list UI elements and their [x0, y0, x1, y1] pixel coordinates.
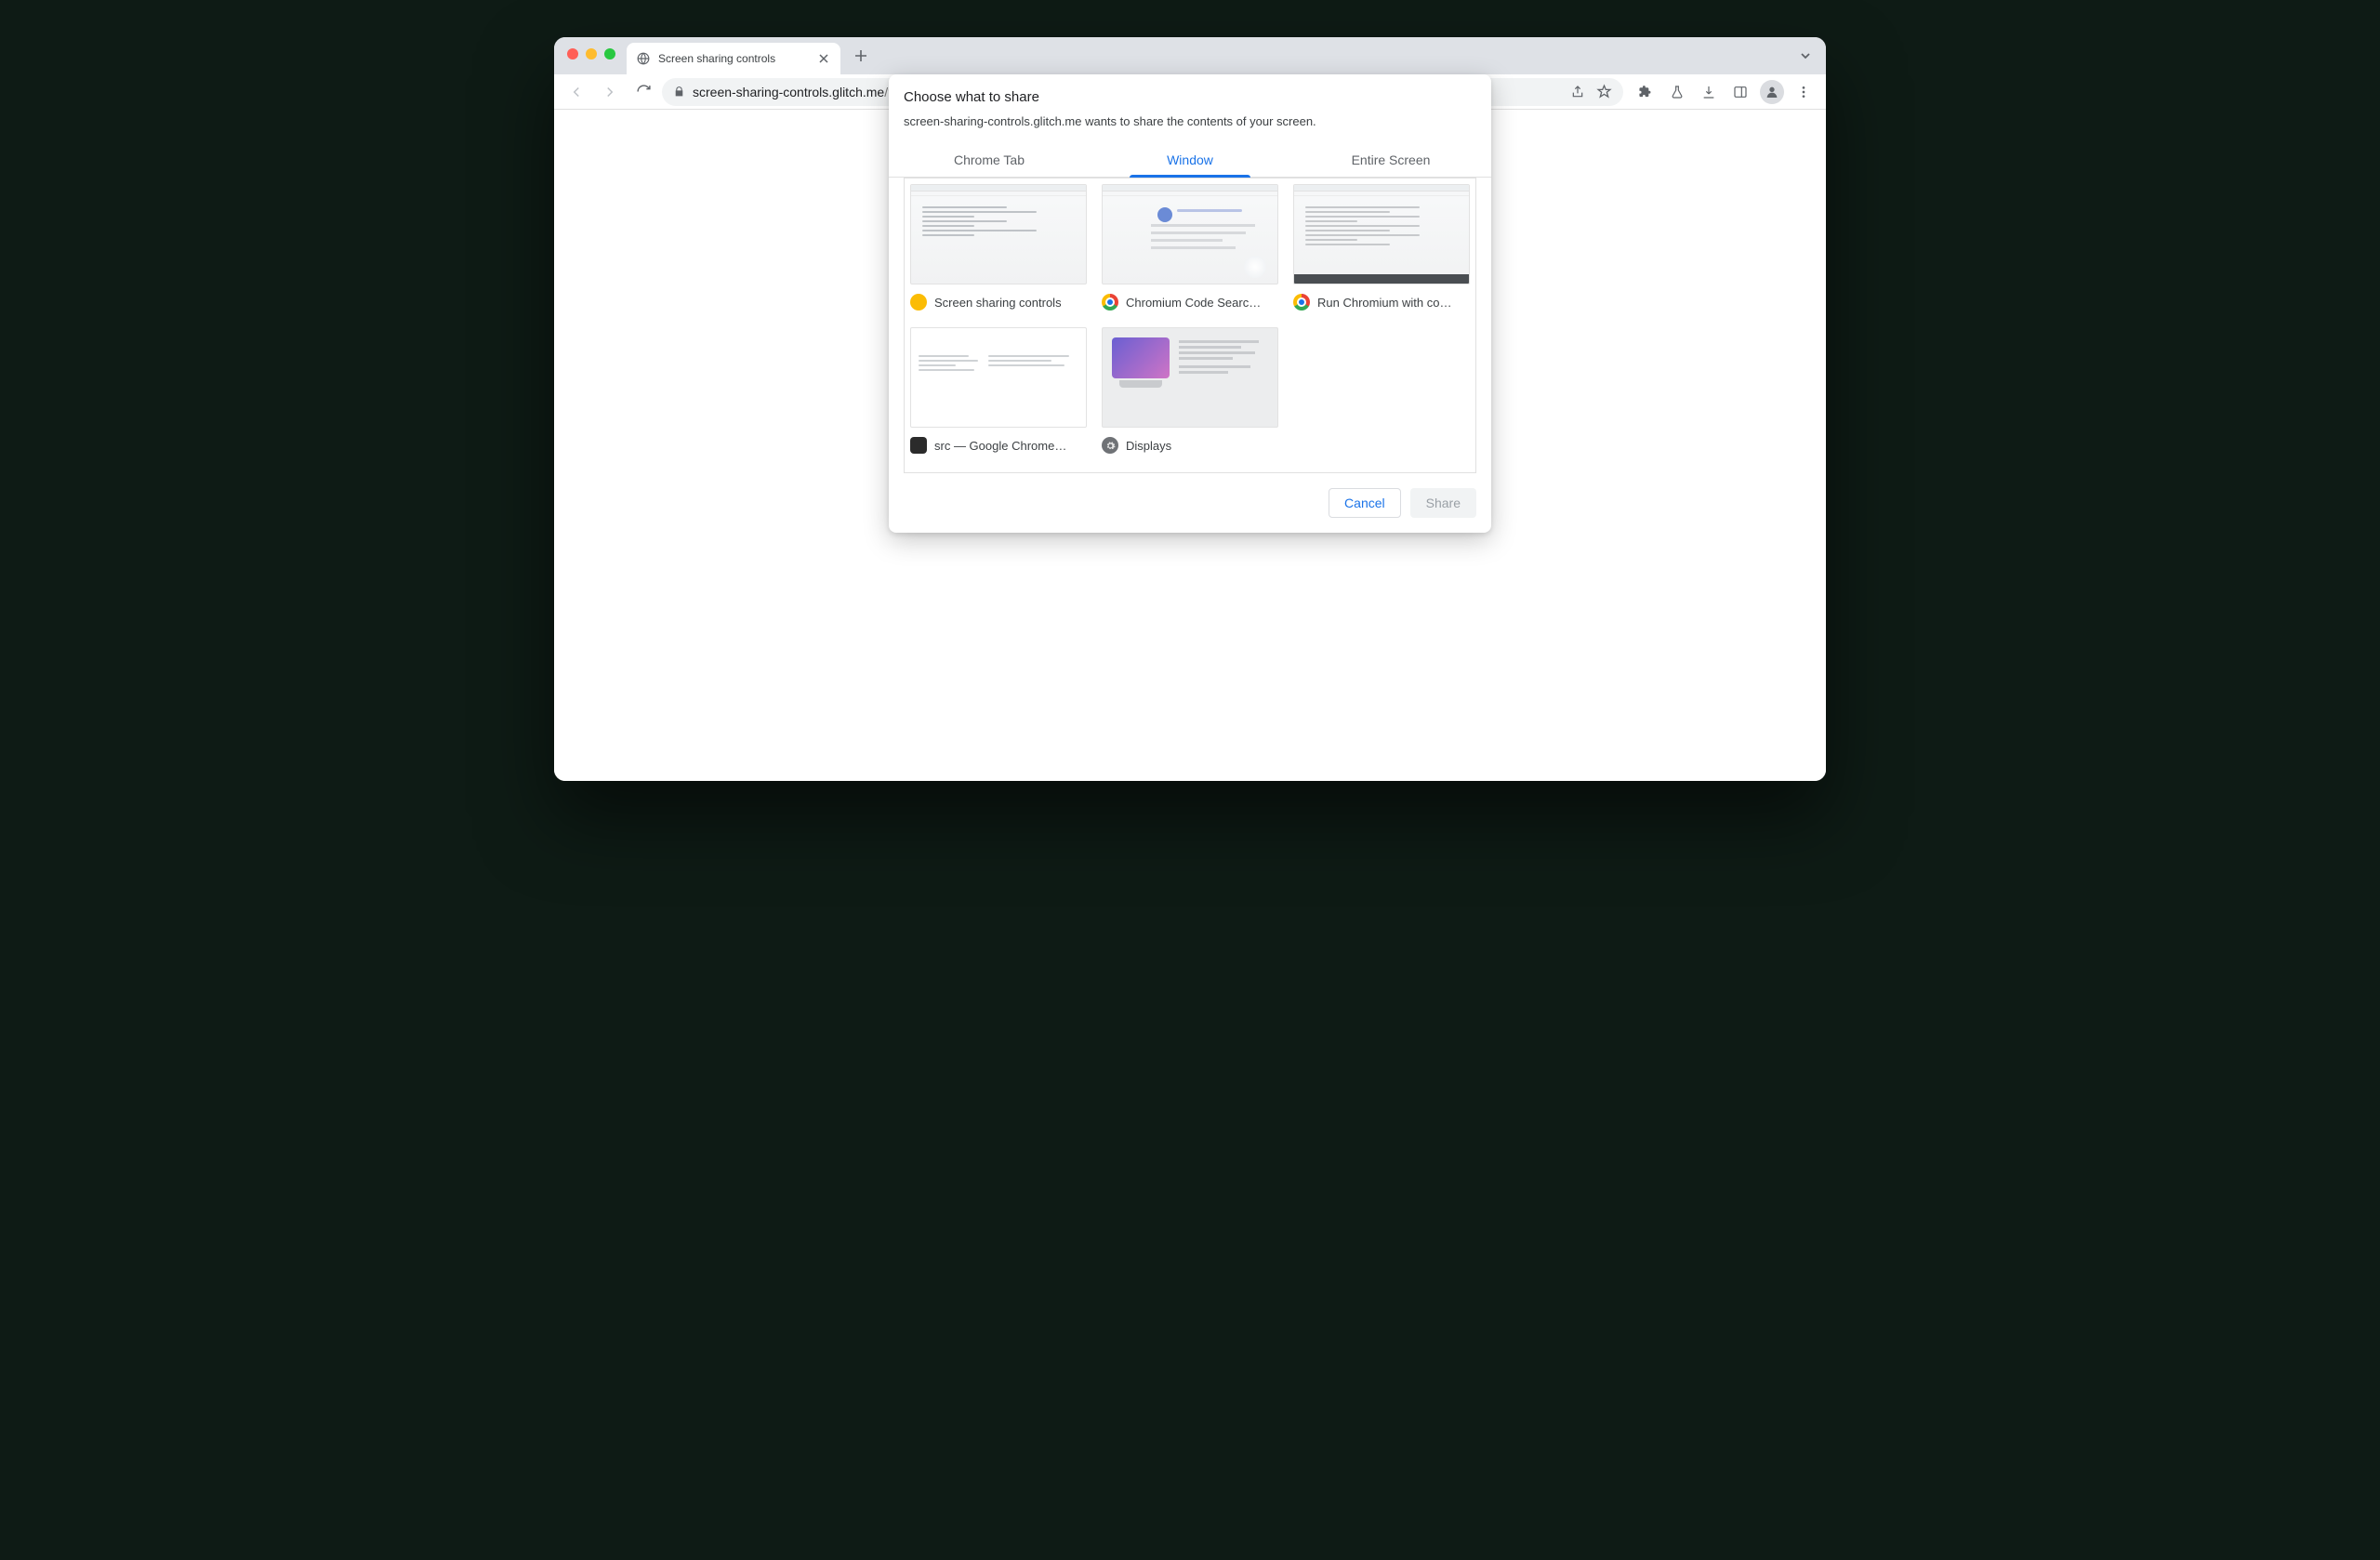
share-option-label: Run Chromium with co…	[1317, 296, 1452, 310]
share-option-label: Chromium Code Searc…	[1126, 296, 1261, 310]
share-option[interactable]: Screen sharing controls	[910, 184, 1087, 311]
tab-window[interactable]: Window	[1090, 143, 1290, 177]
chrome-icon	[1293, 294, 1310, 311]
chrome-canary-icon	[910, 294, 927, 311]
tab-chrome-tab[interactable]: Chrome Tab	[889, 143, 1090, 177]
downloads-icon[interactable]	[1694, 77, 1724, 107]
browser-tab[interactable]: Screen sharing controls	[627, 43, 840, 74]
cancel-button[interactable]: Cancel	[1329, 488, 1401, 518]
bookmark-star-icon[interactable]	[1596, 84, 1612, 99]
share-options-grid: Screen sharing controls	[910, 184, 1470, 454]
window-thumbnail	[1102, 327, 1278, 428]
window-thumbnail	[1293, 184, 1470, 284]
profile-avatar[interactable]	[1757, 77, 1787, 107]
share-option[interactable]: Displays	[1102, 327, 1278, 454]
share-option[interactable]: src — Google Chrome…	[910, 327, 1087, 454]
tab-entire-screen[interactable]: Entire Screen	[1290, 143, 1491, 177]
side-panel-icon[interactable]	[1726, 77, 1755, 107]
dialog-title: Choose what to share	[904, 89, 1476, 105]
close-window-button[interactable]	[567, 48, 578, 59]
back-button[interactable]	[562, 77, 591, 107]
share-option[interactable]: Run Chromium with co…	[1293, 184, 1470, 311]
globe-icon	[636, 51, 651, 66]
share-option-label: Screen sharing controls	[934, 296, 1062, 310]
dialog-subtitle: screen-sharing-controls.glitch.me wants …	[904, 114, 1476, 128]
lock-icon	[673, 86, 685, 98]
window-controls	[567, 48, 615, 59]
window-thumbnail	[910, 327, 1087, 428]
tab-search-button[interactable]	[1792, 43, 1818, 69]
share-dialog: Choose what to share screen-sharing-cont…	[889, 74, 1491, 533]
share-page-icon[interactable]	[1570, 85, 1585, 99]
terminal-icon	[910, 437, 927, 454]
labs-icon[interactable]	[1662, 77, 1692, 107]
tab-title: Screen sharing controls	[658, 52, 809, 65]
minimize-window-button[interactable]	[586, 48, 597, 59]
share-button[interactable]: Share	[1410, 488, 1476, 518]
browser-window: Screen sharing controls	[554, 37, 1826, 781]
settings-icon	[1102, 437, 1118, 454]
new-tab-button[interactable]	[848, 43, 874, 69]
chrome-menu-icon[interactable]	[1789, 77, 1818, 107]
extensions-icon[interactable]	[1631, 77, 1660, 107]
tab-strip: Screen sharing controls	[554, 37, 1826, 74]
fullscreen-window-button[interactable]	[604, 48, 615, 59]
share-option-label: src — Google Chrome…	[934, 439, 1066, 453]
close-tab-icon[interactable]	[816, 51, 831, 66]
share-option[interactable]: Chromium Code Searc…	[1102, 184, 1278, 311]
share-option-label: Displays	[1126, 439, 1171, 453]
window-thumbnail	[910, 184, 1087, 284]
reload-button[interactable]	[628, 77, 658, 107]
chrome-icon	[1102, 294, 1118, 311]
window-thumbnail	[1102, 184, 1278, 284]
forward-button[interactable]	[595, 77, 625, 107]
dialog-tab-row: Chrome Tab Window Entire Screen	[889, 143, 1491, 178]
